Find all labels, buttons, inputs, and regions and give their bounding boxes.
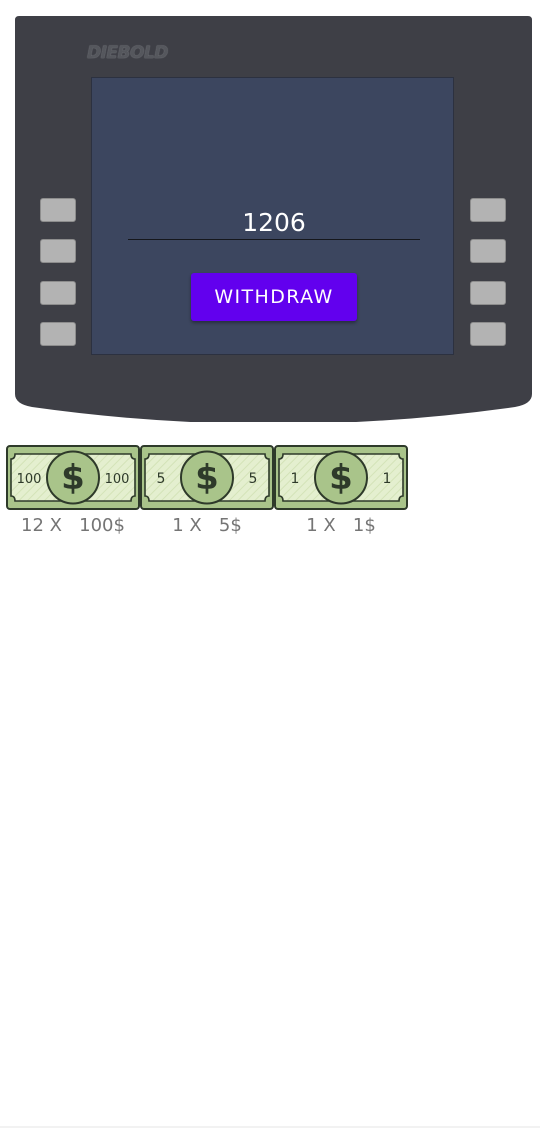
svg-text:$: $ <box>195 458 219 498</box>
note-count-label: 1 X 1$ <box>306 515 376 536</box>
right-key-2[interactable] <box>470 239 506 263</box>
svg-text:$: $ <box>61 458 85 498</box>
amount-input[interactable] <box>128 206 420 240</box>
svg-text:1: 1 <box>383 471 392 487</box>
note-count-label: 12 X 100$ <box>21 515 125 536</box>
dollar-bill-icon: $ 1 1 <box>274 445 408 510</box>
brand-logo: DIEBOLD <box>87 43 168 63</box>
svg-text:5: 5 <box>157 471 166 487</box>
atm-machine: DIEBOLD WITHDRAW <box>15 16 532 422</box>
right-key-1[interactable] <box>470 198 506 222</box>
svg-text:$: $ <box>329 458 353 498</box>
dollar-bill-icon: $ 100 100 <box>6 445 140 510</box>
right-key-3[interactable] <box>470 281 506 305</box>
svg-text:100: 100 <box>17 472 42 487</box>
right-key-4[interactable] <box>470 322 506 346</box>
svg-text:1: 1 <box>291 471 300 487</box>
withdraw-button[interactable]: WITHDRAW <box>191 273 357 321</box>
atm-screen: WITHDRAW <box>91 77 454 355</box>
svg-text:100: 100 <box>105 472 130 487</box>
left-key-2[interactable] <box>40 239 76 263</box>
note-count-label: 1 X 5$ <box>172 515 242 536</box>
dollar-bill-icon: $ 5 5 <box>140 445 274 510</box>
left-key-3[interactable] <box>40 281 76 305</box>
atm-page: DIEBOLD WITHDRAW <box>0 0 540 1128</box>
svg-text:5: 5 <box>249 471 258 487</box>
left-key-4[interactable] <box>40 322 76 346</box>
left-key-1[interactable] <box>40 198 76 222</box>
